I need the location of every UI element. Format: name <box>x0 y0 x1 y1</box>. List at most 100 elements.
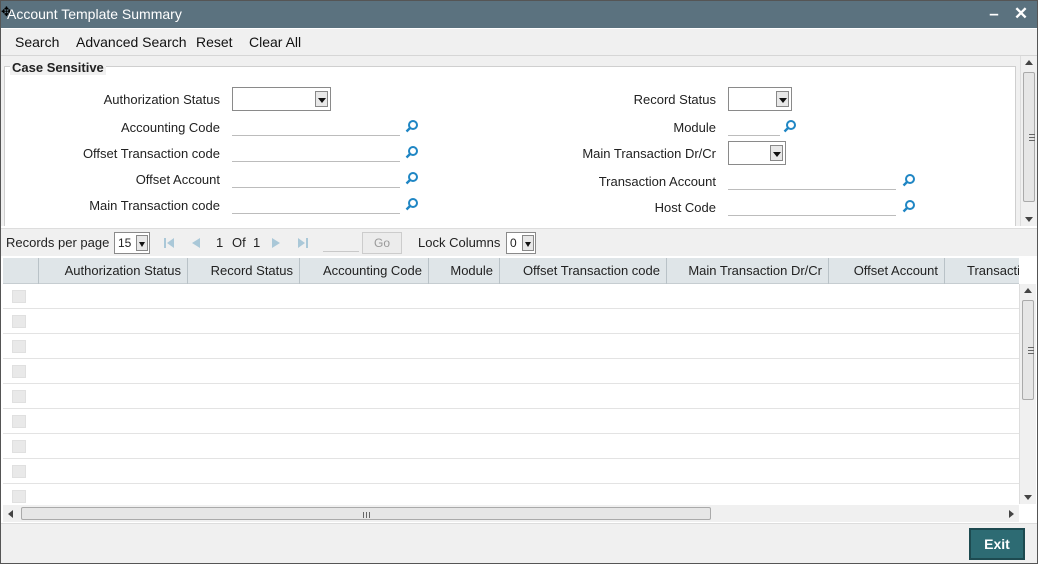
chevron-down-icon[interactable] <box>776 91 789 107</box>
close-icon[interactable]: ✕ <box>1012 4 1030 24</box>
first-page-icon[interactable] <box>163 237 175 249</box>
row-checkbox[interactable] <box>12 465 26 478</box>
table-row[interactable] <box>3 284 1019 309</box>
exit-button[interactable]: Exit <box>969 528 1025 560</box>
table-row[interactable] <box>3 484 1019 504</box>
minimize-icon[interactable]: – <box>985 4 1003 24</box>
grid-scroll-thumb[interactable] <box>1022 300 1034 400</box>
table-row[interactable] <box>3 434 1019 459</box>
last-page-icon[interactable] <box>297 237 309 249</box>
row-checkbox[interactable] <box>12 415 26 428</box>
chevron-down-icon[interactable] <box>770 145 783 161</box>
offset-account-label: Offset Account <box>135 172 220 187</box>
scroll-right-icon[interactable] <box>1009 510 1014 518</box>
title-bar[interactable]: ✥ Account Template Summary – ✕ <box>1 1 1037 28</box>
menu-bar: Search Advanced Search Reset Clear All <box>1 29 1037 56</box>
case-sensitive-legend: Case Sensitive <box>10 60 106 75</box>
transaction-account-search-icon[interactable] <box>902 173 916 187</box>
table-row[interactable] <box>3 309 1019 334</box>
column-header-module[interactable]: Module <box>429 258 500 284</box>
table-row[interactable] <box>3 359 1019 384</box>
next-page-icon[interactable] <box>270 237 282 249</box>
column-header-transaction-account[interactable]: Transaction Account <box>945 258 1019 284</box>
chevron-down-icon[interactable] <box>315 91 328 107</box>
case-sensitive-fieldset: Case Sensitive Authorization Status Acco… <box>4 60 1016 226</box>
current-page: 1 <box>216 235 224 250</box>
records-per-page-select[interactable]: 15 <box>114 232 150 254</box>
results-grid: Authorization Status Record Status Accou… <box>3 258 1019 504</box>
column-header-accounting-code[interactable]: Accounting Code <box>300 258 429 284</box>
offset-transaction-code-search-icon[interactable] <box>405 145 419 159</box>
main-transaction-code-input[interactable] <box>232 194 400 214</box>
grid-header: Authorization Status Record Status Accou… <box>3 258 1019 284</box>
criteria-scroll-thumb[interactable] <box>1023 72 1035 202</box>
scroll-up-icon[interactable] <box>1025 60 1033 65</box>
table-row[interactable] <box>3 409 1019 434</box>
main-transaction-dr-cr-label: Main Transaction Dr/Cr <box>582 146 716 161</box>
table-row[interactable] <box>3 334 1019 359</box>
previous-page-icon[interactable] <box>190 237 202 249</box>
grid-horizontal-scrollbar[interactable] <box>3 505 1019 522</box>
record-status-label: Record Status <box>633 92 716 107</box>
scroll-down-icon[interactable] <box>1024 495 1032 500</box>
table-row[interactable] <box>3 384 1019 409</box>
accounting-code-search-icon[interactable] <box>405 119 419 133</box>
offset-transaction-code-input[interactable] <box>232 142 400 162</box>
column-header-main-transaction-dr-cr[interactable]: Main Transaction Dr/Cr <box>667 258 829 284</box>
row-checkbox[interactable] <box>12 365 26 378</box>
offset-account-input[interactable] <box>232 168 400 188</box>
scroll-down-icon[interactable] <box>1025 217 1033 222</box>
scroll-left-icon[interactable] <box>8 510 13 518</box>
criteria-vertical-scrollbar[interactable] <box>1020 56 1037 226</box>
transaction-account-input[interactable] <box>728 170 896 190</box>
row-checkbox[interactable] <box>12 340 26 353</box>
chevron-down-icon[interactable] <box>522 235 534 251</box>
total-pages: 1 <box>253 235 261 250</box>
of-label: Of <box>232 235 246 250</box>
row-checkbox[interactable] <box>12 315 26 328</box>
offset-transaction-code-label: Offset Transaction code <box>82 146 220 161</box>
grid-vertical-scrollbar[interactable] <box>1019 284 1036 504</box>
pagination-bar: Records per page 15 1 Of 1 Go Lock Colum… <box>1 228 1037 256</box>
column-header-offset-transaction-code[interactable]: Offset Transaction code <box>500 258 667 284</box>
column-header-authorization-status[interactable]: Authorization Status <box>39 258 188 284</box>
row-checkbox[interactable] <box>12 290 26 303</box>
offset-account-search-icon[interactable] <box>405 171 419 185</box>
record-status-select[interactable] <box>728 87 792 111</box>
host-code-input[interactable] <box>728 196 896 216</box>
row-checkbox[interactable] <box>12 390 26 403</box>
advanced-search-menu-button[interactable]: Advanced Search <box>76 34 187 50</box>
main-transaction-code-label: Main Transaction code <box>89 198 220 213</box>
grid-horizontal-scroll-thumb[interactable] <box>21 507 711 520</box>
accounting-code-label: Accounting Code <box>120 120 220 135</box>
host-code-label: Host Code <box>654 200 716 215</box>
clear-all-menu-button[interactable]: Clear All <box>249 34 301 50</box>
main-transaction-dr-cr-select[interactable] <box>728 141 786 165</box>
records-per-page-label: Records per page <box>6 235 110 250</box>
row-checkbox[interactable] <box>12 490 26 503</box>
column-header-offset-account[interactable]: Offset Account <box>829 258 945 284</box>
account-template-summary-window: ✥ Account Template Summary – ✕ Search Ad… <box>0 0 1038 564</box>
scroll-up-icon[interactable] <box>1024 288 1032 293</box>
chevron-down-icon[interactable] <box>136 235 148 251</box>
records-per-page-value: 15 <box>118 236 132 250</box>
authorization-status-label: Authorization Status <box>103 92 220 107</box>
select-all-column-header[interactable] <box>3 258 39 284</box>
column-header-record-status[interactable]: Record Status <box>188 258 300 284</box>
reset-menu-button[interactable]: Reset <box>196 34 233 50</box>
search-criteria-panel: Case Sensitive Authorization Status Acco… <box>1 56 1021 226</box>
host-code-search-icon[interactable] <box>902 199 916 213</box>
table-row[interactable] <box>3 459 1019 484</box>
page-number-input[interactable] <box>323 251 359 252</box>
go-button[interactable]: Go <box>362 232 402 254</box>
main-transaction-code-search-icon[interactable] <box>405 197 419 211</box>
transaction-account-label: Transaction Account <box>598 174 716 189</box>
authorization-status-select[interactable] <box>232 87 331 111</box>
module-input[interactable] <box>728 116 780 136</box>
accounting-code-input[interactable] <box>232 116 400 136</box>
row-checkbox[interactable] <box>12 440 26 453</box>
footer-bar: Exit <box>1 523 1037 563</box>
lock-columns-select[interactable]: 0 <box>506 232 536 254</box>
module-search-icon[interactable] <box>783 119 797 133</box>
search-menu-button[interactable]: Search <box>15 34 59 50</box>
